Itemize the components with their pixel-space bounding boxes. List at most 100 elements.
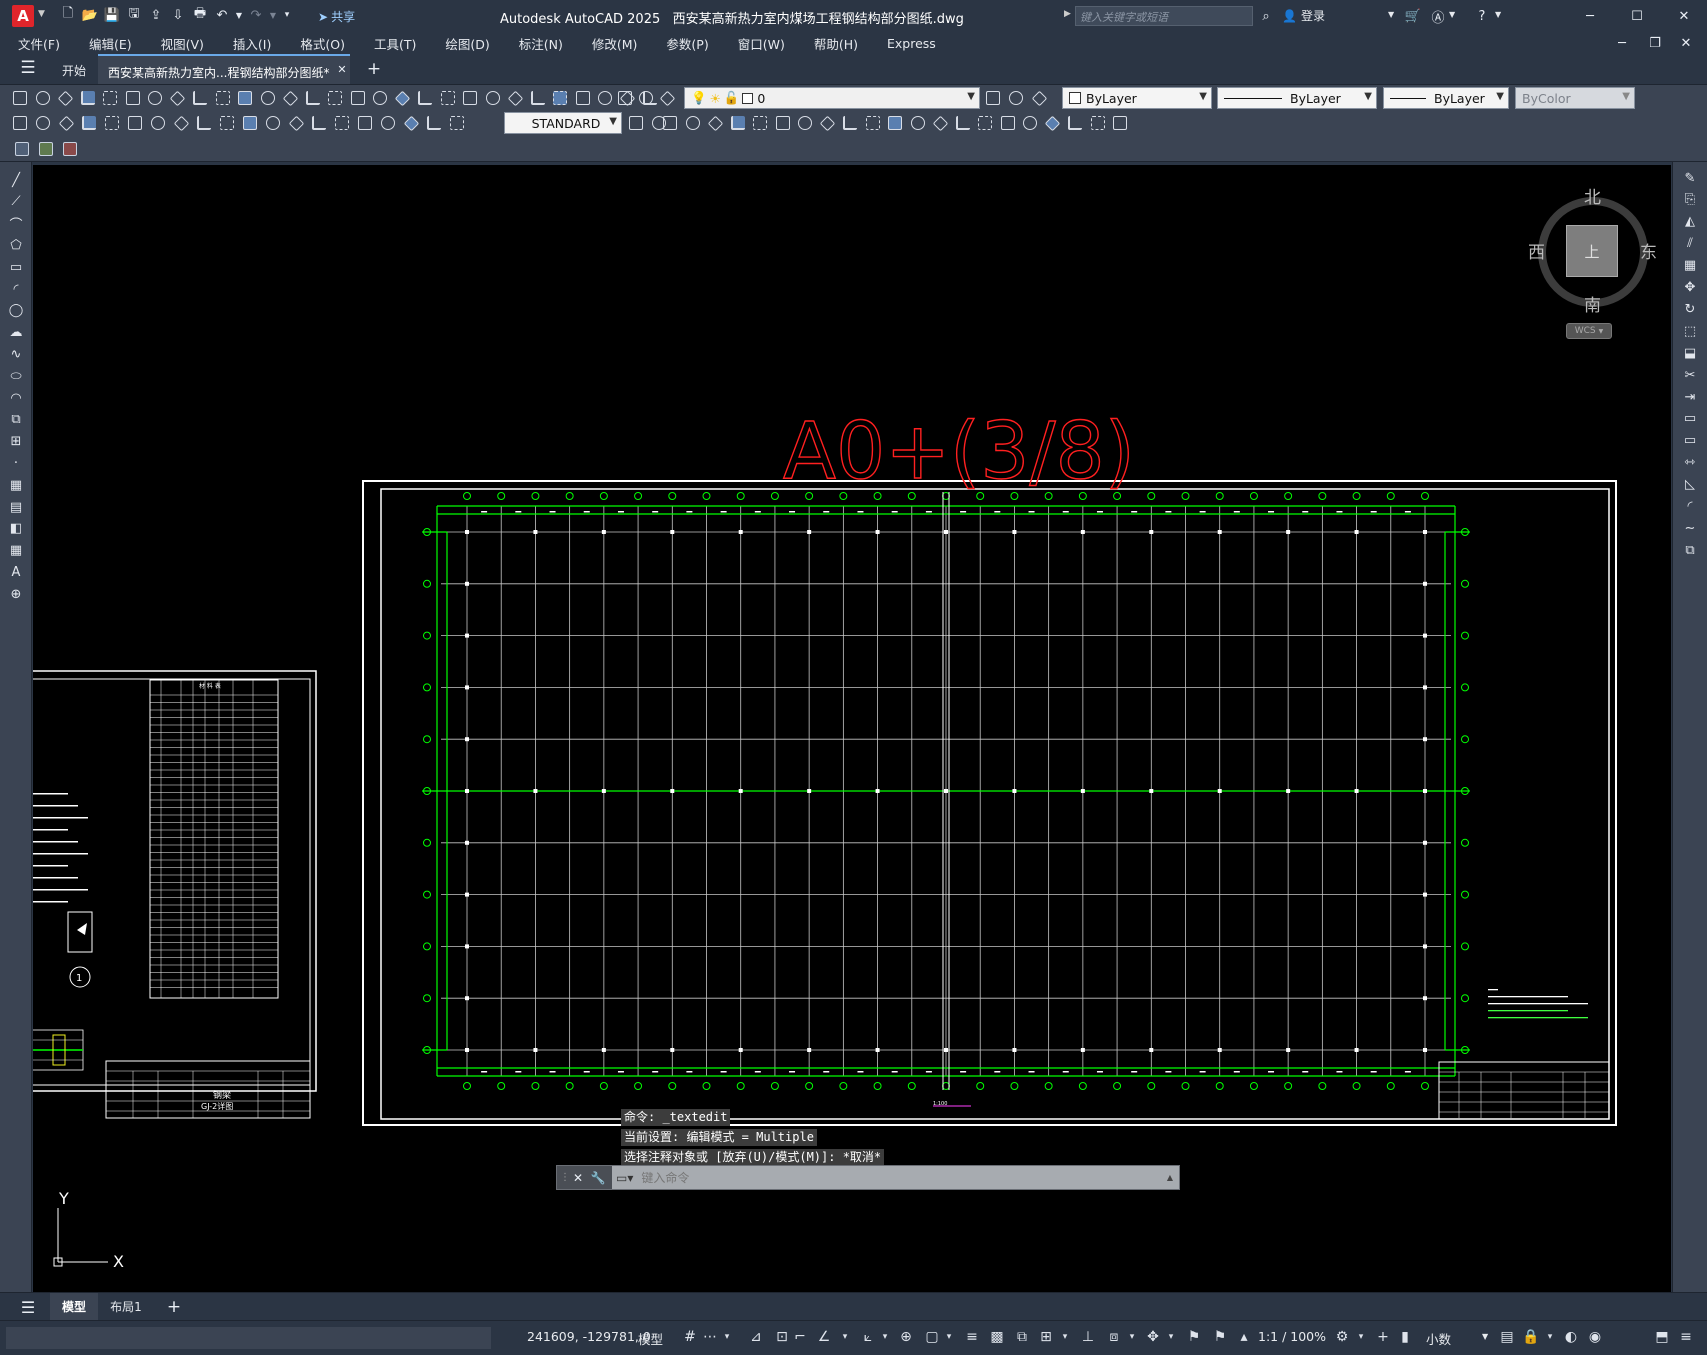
standard-tool-22-icon[interactable]: [483, 88, 503, 108]
wcs-menu-button[interactable]: WCS ▼: [1566, 323, 1612, 339]
plot-icon[interactable]: 🖶: [190, 5, 210, 25]
units-dropdown-arrow-icon[interactable]: ▼: [1482, 1332, 1488, 1341]
app-menu-dropdown-icon[interactable]: ▼: [38, 9, 45, 19]
stretch-icon[interactable]: ⬓: [1680, 343, 1700, 363]
cart-icon[interactable]: 🛒: [1403, 6, 1423, 26]
command-customize-icon[interactable]: 🔧: [588, 1168, 608, 1188]
dimension-tool-4-icon[interactable]: [79, 113, 99, 133]
standard-tool-8-icon[interactable]: [168, 88, 188, 108]
customize-dropdown-icon[interactable]: ▾: [280, 5, 294, 25]
dimstyle-dropdown[interactable]: STANDARD ▼: [504, 112, 622, 134]
3d-snap-dropdown-icon[interactable]: ▾: [1060, 1327, 1070, 1347]
autodesk-app-icon[interactable]: Ⓐ: [1428, 6, 1448, 26]
layer-tool-1-icon[interactable]: [615, 88, 635, 108]
plotstyle-dropdown[interactable]: ByColor ▼: [1515, 87, 1635, 109]
new-file-icon[interactable]: 🗋: [58, 5, 78, 25]
isolate-objects-icon[interactable]: ◐: [1561, 1327, 1581, 1347]
hardware-acceleration-icon[interactable]: ◉: [1585, 1327, 1605, 1347]
modify-tool-2-icon[interactable]: [683, 113, 703, 133]
object-snap-dropdown-icon[interactable]: ▾: [944, 1327, 954, 1347]
gizmo-dropdown-icon[interactable]: ▾: [1166, 1327, 1176, 1347]
region-icon[interactable]: ◧: [6, 519, 26, 539]
menu-dimension[interactable]: 标注(N): [501, 34, 574, 53]
menu-view[interactable]: 视图(V): [143, 34, 215, 53]
dimension-tool-2-icon[interactable]: [33, 113, 53, 133]
add-selected-icon[interactable]: ⊕: [6, 584, 26, 604]
grid-icon[interactable]: #: [680, 1327, 700, 1347]
login-button[interactable]: 👤 登录: [1282, 7, 1325, 24]
modify-tool-3-icon[interactable]: [705, 113, 725, 133]
construction-line-icon[interactable]: ⟋: [6, 192, 26, 212]
menu-parametric[interactable]: 参数(P): [648, 34, 719, 53]
layout-menu-icon[interactable]: ☰: [18, 1297, 38, 1317]
standard-tool-3-icon[interactable]: [55, 88, 75, 108]
selection-cycling-icon[interactable]: ⧉: [1012, 1327, 1032, 1347]
edit-block-icon[interactable]: [12, 139, 32, 159]
maximize-window-icon[interactable]: ☐: [1627, 6, 1647, 26]
layer-tool-2-icon[interactable]: [636, 88, 656, 108]
menu-format[interactable]: 格式(O): [282, 34, 356, 53]
menu-tools[interactable]: 工具(T): [356, 34, 427, 53]
model-space-toggle[interactable]: 模型: [638, 1329, 663, 1348]
arc-icon[interactable]: ◜: [6, 279, 26, 299]
viewcube-east[interactable]: 东: [1640, 238, 1657, 263]
annotation-monitor-icon[interactable]: +: [1373, 1327, 1393, 1347]
standard-tool-26-icon[interactable]: [573, 88, 593, 108]
ortho-icon[interactable]: ⌐: [790, 1327, 810, 1347]
dimension-tool-9-icon[interactable]: [194, 113, 214, 133]
standard-tool-23-icon[interactable]: [505, 88, 525, 108]
menu-draw[interactable]: 绘图(D): [427, 34, 500, 53]
save-as-icon[interactable]: 🖫: [124, 5, 144, 25]
rectangle-icon[interactable]: ▭: [6, 257, 26, 277]
units-dropdown[interactable]: 小数: [1426, 1329, 1451, 1348]
revision-cloud-icon[interactable]: ☁: [6, 323, 26, 343]
standard-tool-15-icon[interactable]: [325, 88, 345, 108]
modify-tool-4-icon[interactable]: [728, 113, 748, 133]
search-input[interactable]: 键入关键字或短语: [1075, 6, 1253, 26]
login-dropdown-icon[interactable]: ▼: [1388, 10, 1394, 19]
close-tab-icon[interactable]: ✕: [332, 59, 352, 79]
workspace-icon[interactable]: ⚙: [1332, 1327, 1352, 1347]
drawing-canvas[interactable]: 材 料 表 钢梁 GJ-2详图 1 1:100 A0+(3/8) Y X 上 北…: [33, 165, 1671, 1292]
search-icon[interactable]: ⌕: [1256, 6, 1276, 26]
copy-icon[interactable]: ⎘: [1680, 190, 1700, 210]
dimension-tool-1-icon[interactable]: [10, 113, 30, 133]
modify-tool-7-icon[interactable]: [795, 113, 815, 133]
drawing-minimize-icon[interactable]: ─: [1612, 33, 1632, 53]
modify-tool-8-icon[interactable]: [818, 113, 838, 133]
layer-dropdown[interactable]: 💡 ☀ 🔓 0 ▼: [684, 87, 980, 109]
redo-dropdown-icon[interactable]: ▼: [268, 5, 278, 25]
dimension-tool-7-icon[interactable]: [148, 113, 168, 133]
blend-icon[interactable]: ∼: [1680, 518, 1700, 538]
lock-dropdown-icon[interactable]: ▾: [1545, 1327, 1555, 1347]
drawing-close-icon[interactable]: ✕: [1676, 33, 1696, 53]
standard-tool-6-icon[interactable]: [123, 88, 143, 108]
break-icon[interactable]: ▭: [1680, 431, 1700, 451]
dimension-tool-6-icon[interactable]: [125, 113, 145, 133]
command-input[interactable]: ▭▾ 键入命令 ▲: [612, 1166, 1179, 1189]
viewcube-north[interactable]: 北: [1584, 183, 1601, 208]
command-history-toggle-icon[interactable]: ▲: [1167, 1173, 1173, 1182]
color-dropdown[interactable]: ByLayer ▼: [1062, 87, 1212, 109]
gradient-icon[interactable]: ▤: [6, 497, 26, 517]
lineweight-dropdown[interactable]: ByLayer ▼: [1383, 87, 1509, 109]
modify-tool-14-icon[interactable]: [953, 113, 973, 133]
linetype-dropdown[interactable]: ByLayer ▼: [1217, 87, 1377, 109]
infer-constraints-icon[interactable]: ⊿: [746, 1327, 766, 1347]
line-icon[interactable]: ╱: [6, 170, 26, 190]
gizmo-icon[interactable]: ✥: [1143, 1327, 1163, 1347]
standard-tool-4-icon[interactable]: [78, 88, 98, 108]
save-icon[interactable]: 💾: [102, 5, 122, 25]
extend-icon[interactable]: ⇥: [1680, 387, 1700, 407]
multiline-text-icon[interactable]: A: [6, 562, 26, 582]
clean-screen-icon[interactable]: ⬒: [1652, 1327, 1672, 1347]
offset-icon[interactable]: ⫽: [1680, 234, 1700, 254]
modify-tool-6-icon[interactable]: [773, 113, 793, 133]
dimension-tool-3-icon[interactable]: [56, 113, 76, 133]
dimension-tool-11-icon[interactable]: [240, 113, 260, 133]
search-expand-icon[interactable]: ▶: [1064, 9, 1071, 19]
circle-icon[interactable]: ◯: [6, 301, 26, 321]
dimension-tool-13-icon[interactable]: [286, 113, 306, 133]
3d-object-snap-icon[interactable]: ⊞: [1036, 1327, 1056, 1347]
move-icon[interactable]: ✥: [1680, 278, 1700, 298]
